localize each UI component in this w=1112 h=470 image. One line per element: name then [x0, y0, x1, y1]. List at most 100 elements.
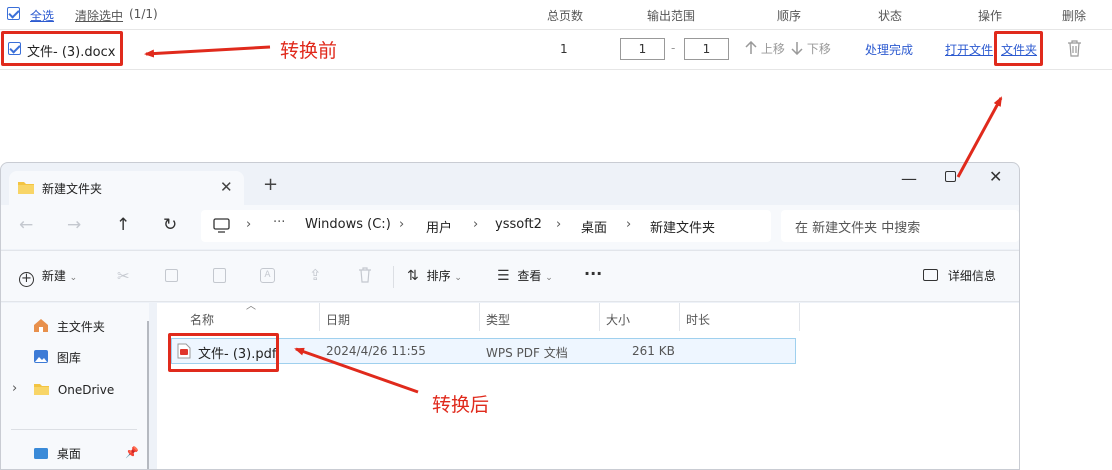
nav-label-desktop: 桌面 — [56, 447, 81, 461]
nav-item-gallery[interactable]: 图库 — [33, 349, 81, 366]
move-up-label: 上移 — [760, 42, 785, 56]
selection-count: (1/1) — [129, 7, 158, 21]
new-button[interactable]: + 新建 ⌄ — [19, 267, 77, 287]
details-pane-icon — [923, 269, 938, 281]
status-text: 处理完成 — [865, 43, 914, 57]
nav-label-onedrive: OneDrive — [57, 383, 115, 397]
converter-header: 全选 清除选中 (1/1) 总页数 输出范围 顺序 状态 操作 删除 — [0, 0, 1112, 30]
plus-circle-icon: + — [19, 272, 34, 287]
col-status: 状态 — [878, 9, 903, 23]
col-size[interactable]: 大小 — [606, 311, 630, 331]
search-input[interactable]: 在 新建文件夹 中搜索 — [781, 210, 1019, 242]
nav-label-gallery: 图库 — [56, 351, 81, 365]
open-file-link[interactable]: 打开文件 — [945, 41, 993, 58]
refresh-icon[interactable]: ↻ — [163, 215, 177, 235]
range-from-input[interactable]: 1 — [620, 38, 665, 60]
cut-icon[interactable]: ✂ — [117, 267, 130, 285]
column-divider[interactable] — [479, 303, 480, 331]
file-type: WPS PDF 文档 — [486, 346, 568, 360]
new-tab-icon[interactable]: + — [263, 174, 278, 195]
close-window-icon[interactable]: ✕ — [989, 167, 1002, 186]
copy-icon[interactable] — [165, 269, 178, 282]
tab-title: 新建文件夹 — [42, 182, 103, 196]
highlight-folder-link — [994, 31, 1043, 66]
highlight-source-file — [1, 31, 123, 66]
breadcrumb-desktop[interactable]: 桌面 — [581, 217, 607, 236]
ellipsis-icon[interactable]: ··· — [273, 215, 285, 230]
chevron-right-icon: › — [473, 217, 479, 232]
total-pages-value: 1 — [560, 42, 568, 56]
breadcrumb-users[interactable]: 用户 — [426, 217, 452, 236]
range-separator: - — [671, 41, 676, 55]
rename-icon[interactable]: A — [260, 268, 275, 283]
col-date[interactable]: 日期 — [326, 311, 350, 331]
column-divider[interactable] — [319, 303, 320, 331]
column-divider[interactable] — [799, 303, 800, 331]
breadcrumb-drive[interactable]: Windows (C:) — [305, 217, 391, 232]
desktop-icon — [34, 448, 48, 459]
nav-scrollbar[interactable] — [147, 321, 149, 469]
column-divider[interactable] — [679, 303, 680, 331]
highlight-output-file — [168, 333, 279, 372]
nav-item-home[interactable]: 主文件夹 — [33, 318, 105, 335]
column-divider[interactable] — [599, 303, 600, 331]
file-date: 2024/4/26 11:55 — [326, 344, 426, 358]
back-icon[interactable]: ← — [19, 215, 33, 235]
move-up-button[interactable]: 上移 — [745, 40, 785, 57]
file-list-pane — [157, 303, 1019, 469]
sort-ascending-icon: ︿ — [246, 301, 256, 312]
chevron-down-icon: ⌄ — [69, 273, 78, 283]
maximize-icon[interactable] — [945, 171, 956, 182]
trash-icon[interactable] — [1067, 40, 1082, 57]
delete-icon[interactable] — [358, 267, 372, 283]
col-order: 顺序 — [777, 9, 802, 23]
select-all-link[interactable]: 全选 — [30, 7, 54, 24]
details-pane-button[interactable]: 详细信息 — [923, 267, 996, 284]
nav-divider — [11, 429, 137, 430]
view-button[interactable]: ☰ 查看 ⌄ — [497, 267, 553, 284]
forward-icon[interactable]: → — [67, 215, 81, 235]
breadcrumb-new-folder[interactable]: 新建文件夹 — [650, 217, 715, 236]
folder-icon — [18, 182, 34, 194]
nav-item-desktop[interactable]: 桌面 — [33, 445, 81, 462]
details-label: 详细信息 — [947, 269, 996, 283]
minimize-icon[interactable]: — — [901, 169, 917, 188]
sort-icon: ⇅ — [407, 268, 419, 284]
paste-icon[interactable] — [213, 268, 226, 283]
nav-item-onedrive[interactable]: OneDrive — [33, 382, 114, 397]
select-all-checkbox[interactable] — [7, 7, 20, 20]
annotation-after: 转换后 — [432, 394, 490, 416]
col-type[interactable]: 类型 — [486, 311, 510, 331]
chevron-right-icon: › — [556, 217, 562, 232]
gallery-icon — [34, 350, 48, 363]
chevron-right-icon: › — [626, 217, 632, 232]
sort-label: 排序 — [426, 269, 451, 283]
tab-new-folder[interactable]: 新建文件夹 ✕ — [9, 171, 244, 205]
explorer-window: 新建文件夹 ✕ + — ✕ ← → ↑ ↻ › ··· Windows (C:)… — [0, 162, 1020, 470]
home-icon — [34, 319, 48, 332]
chevron-right-icon: › — [246, 217, 252, 232]
col-duration[interactable]: 时长 — [686, 311, 710, 331]
pin-icon[interactable]: 📌 — [125, 446, 139, 459]
breadcrumb-user[interactable]: yssoft2 — [495, 217, 542, 232]
new-label: 新建 — [41, 269, 66, 283]
sort-button[interactable]: ⇅ 排序 ⌄ — [407, 267, 462, 284]
up-icon[interactable]: ↑ — [116, 215, 130, 235]
col-total-pages: 总页数 — [547, 9, 584, 23]
move-down-label: 下移 — [806, 42, 831, 56]
col-output-range: 输出范围 — [647, 9, 696, 23]
col-action: 操作 — [978, 9, 1003, 23]
arrow-up-icon — [745, 40, 757, 54]
range-to-input[interactable]: 1 — [684, 38, 729, 60]
move-down-button[interactable]: 下移 — [791, 40, 831, 57]
nav-label-home: 主文件夹 — [56, 320, 105, 334]
share-icon[interactable]: ⇪ — [309, 266, 322, 284]
close-tab-icon[interactable]: ✕ — [220, 178, 233, 196]
clear-selection-link[interactable]: 清除选中 — [75, 7, 123, 24]
chevron-right-icon[interactable]: › — [12, 381, 17, 396]
file-size: 261 KB — [632, 344, 675, 358]
chevron-right-icon: › — [399, 217, 405, 232]
more-options-icon[interactable]: ··· — [584, 264, 602, 283]
address-bar[interactable]: › ··· Windows (C:) › 用户 › yssoft2 › 桌面 ›… — [201, 210, 771, 242]
col-name[interactable]: 名称 — [190, 311, 214, 331]
